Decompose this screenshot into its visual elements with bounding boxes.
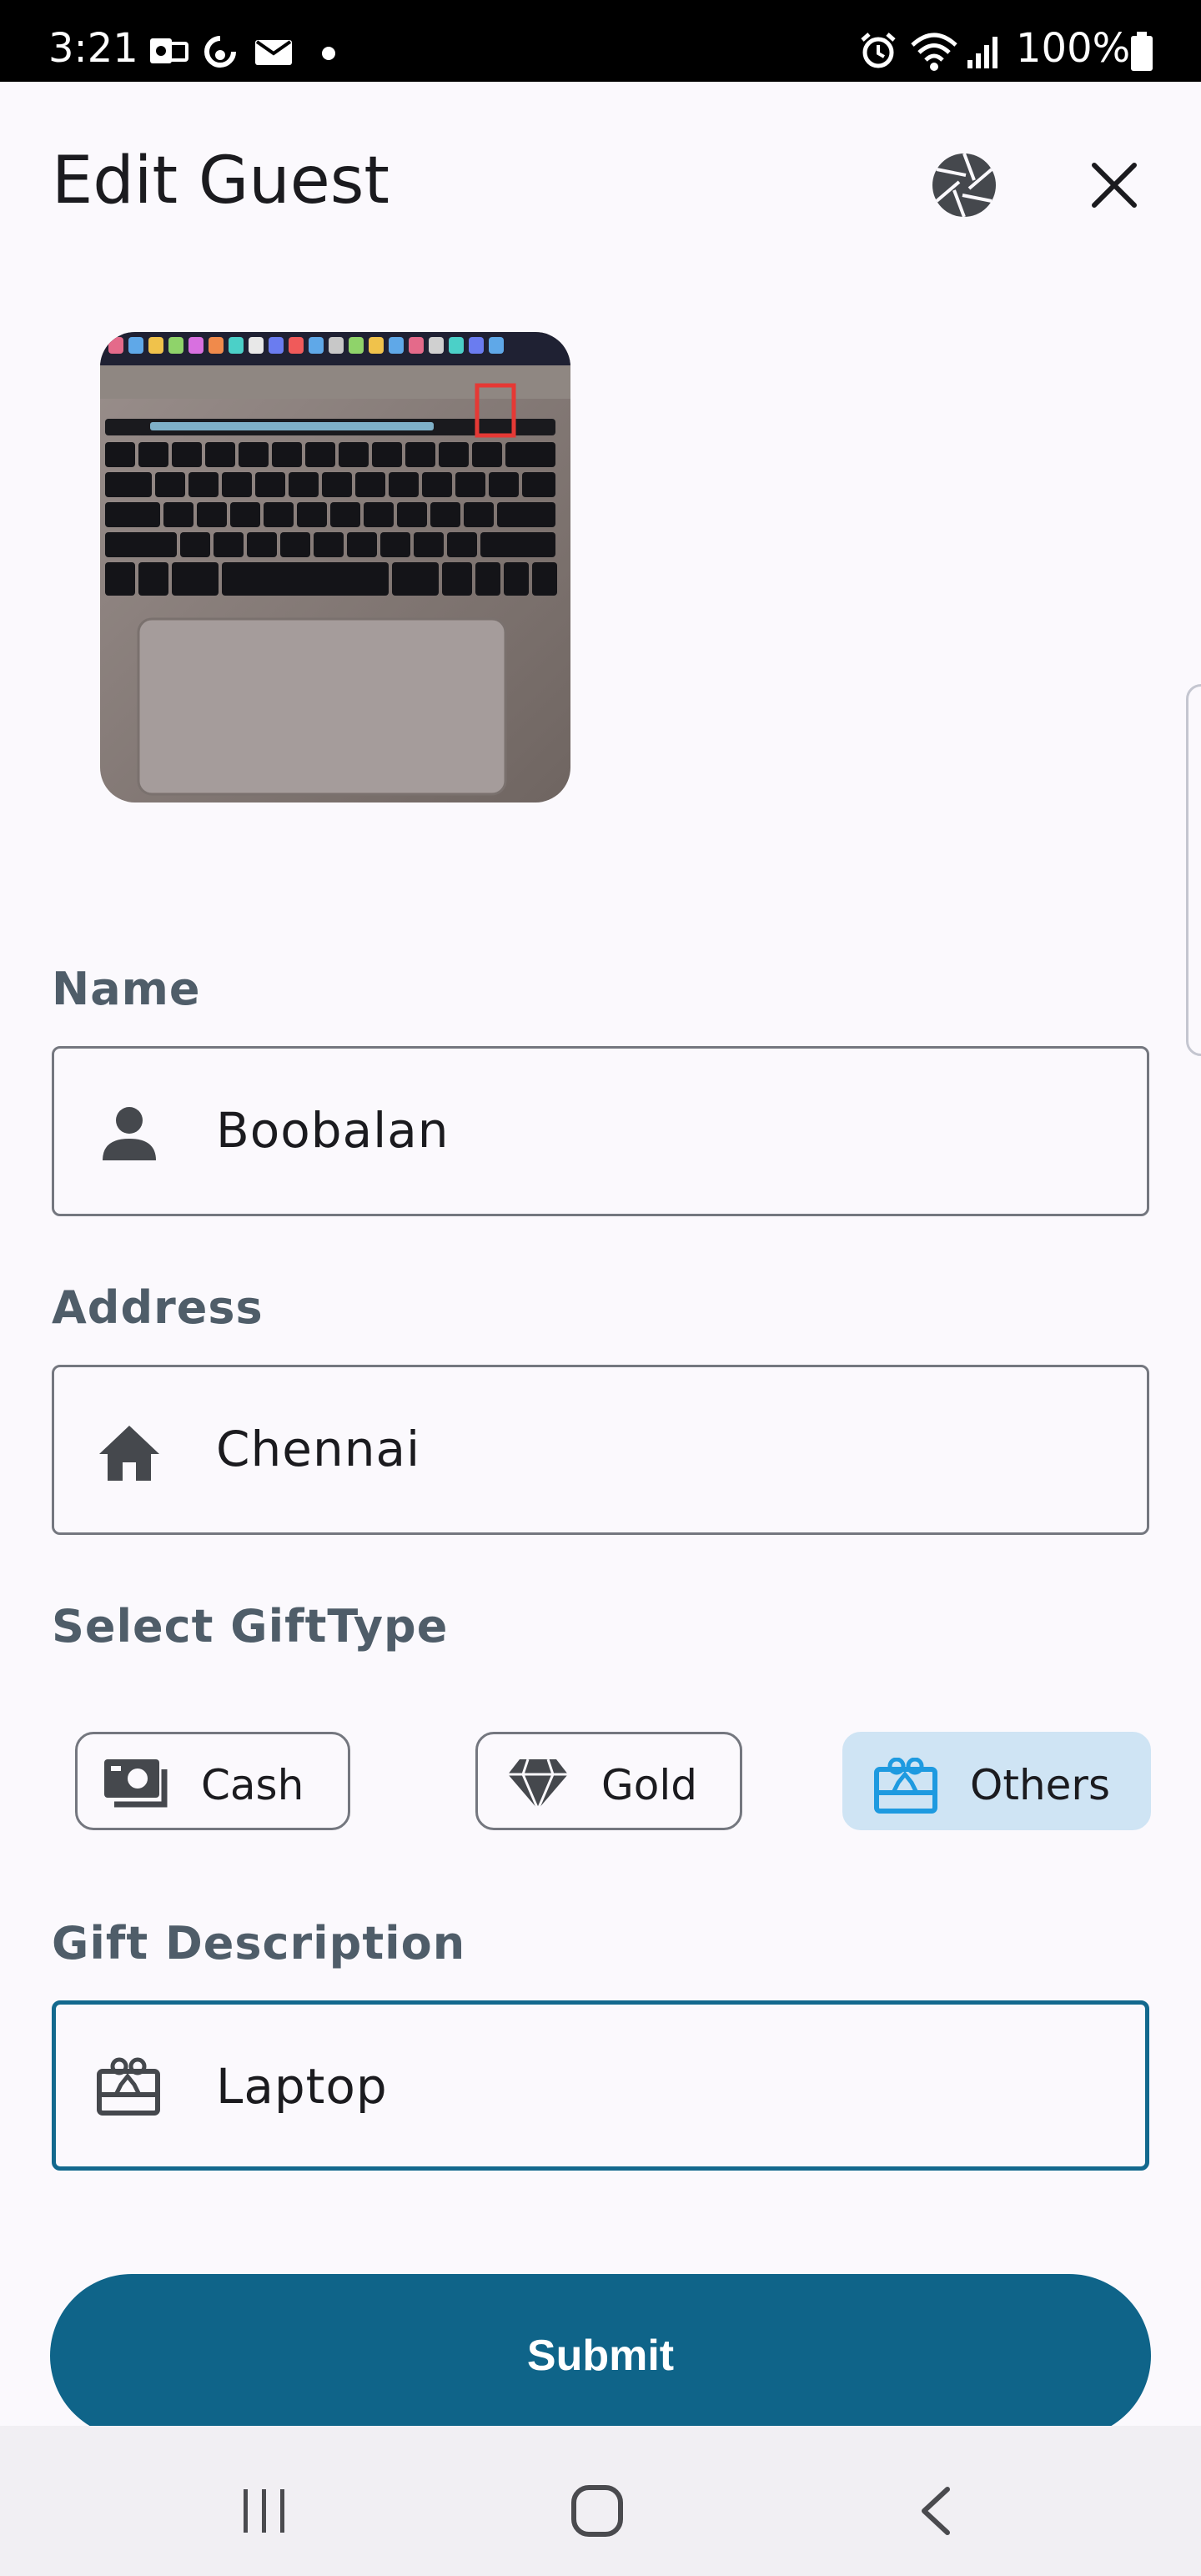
home-nav-icon[interactable] <box>570 2484 624 2538</box>
status-bar: 3:21 100% <box>0 0 1201 82</box>
camera-aperture-icon <box>932 153 996 218</box>
diamond-icon <box>508 1758 568 1811</box>
gift-type-label: Select GiftType <box>52 1600 449 1653</box>
gift-type-chip-label: Gold <box>601 1761 697 1809</box>
system-navigation-bar <box>0 2426 1201 2576</box>
alarm-icon <box>861 33 896 68</box>
gift-card-icon <box>97 2057 160 2116</box>
page-title: Edit Guest <box>52 143 389 219</box>
close-icon <box>1092 163 1137 208</box>
wifi-icon <box>911 33 957 71</box>
name-label: Name <box>52 963 201 1015</box>
notification-dot-icon <box>322 47 335 60</box>
signal-icon <box>967 37 997 68</box>
mail-icon <box>255 40 292 65</box>
scrollbar[interactable] <box>1186 684 1201 1056</box>
battery-percent: 100% <box>1016 25 1131 72</box>
address-label: Address <box>52 1281 264 1334</box>
status-time: 3:21 <box>48 25 138 72</box>
gift-description-label: Gift Description <box>52 1917 466 1970</box>
outlook-icon <box>150 38 188 63</box>
gift-card-icon <box>874 1758 937 1814</box>
camera-button[interactable] <box>931 152 997 219</box>
submit-button[interactable]: Submit <box>50 2274 1151 2438</box>
gift-description-field[interactable]: Laptop <box>52 2000 1149 2171</box>
home-icon <box>99 1426 159 1481</box>
person-icon <box>103 1107 156 1160</box>
name-field[interactable]: Boobalan <box>52 1046 1149 1216</box>
guest-photo[interactable] <box>100 332 570 802</box>
gift-type-chip-label: Others <box>970 1761 1111 1809</box>
gift-description-value: Laptop <box>216 2058 388 2115</box>
back-icon[interactable] <box>916 2484 956 2538</box>
sync-icon <box>204 36 236 68</box>
close-button[interactable] <box>1088 158 1141 212</box>
gift-type-chip-cash[interactable]: Cash <box>75 1732 350 1830</box>
gift-type-chip-label: Cash <box>201 1761 304 1809</box>
address-field[interactable]: Chennai <box>52 1365 1149 1535</box>
recent-apps-icon[interactable] <box>240 2486 290 2536</box>
gift-type-chip-gold[interactable]: Gold <box>475 1732 742 1830</box>
battery-icon <box>1131 32 1153 71</box>
address-value: Chennai <box>216 1421 421 1477</box>
name-value: Boobalan <box>216 1102 450 1159</box>
laptop-photo-image <box>100 332 570 802</box>
gift-type-chip-others[interactable]: Others <box>842 1732 1151 1830</box>
cash-icon <box>104 1759 168 1808</box>
